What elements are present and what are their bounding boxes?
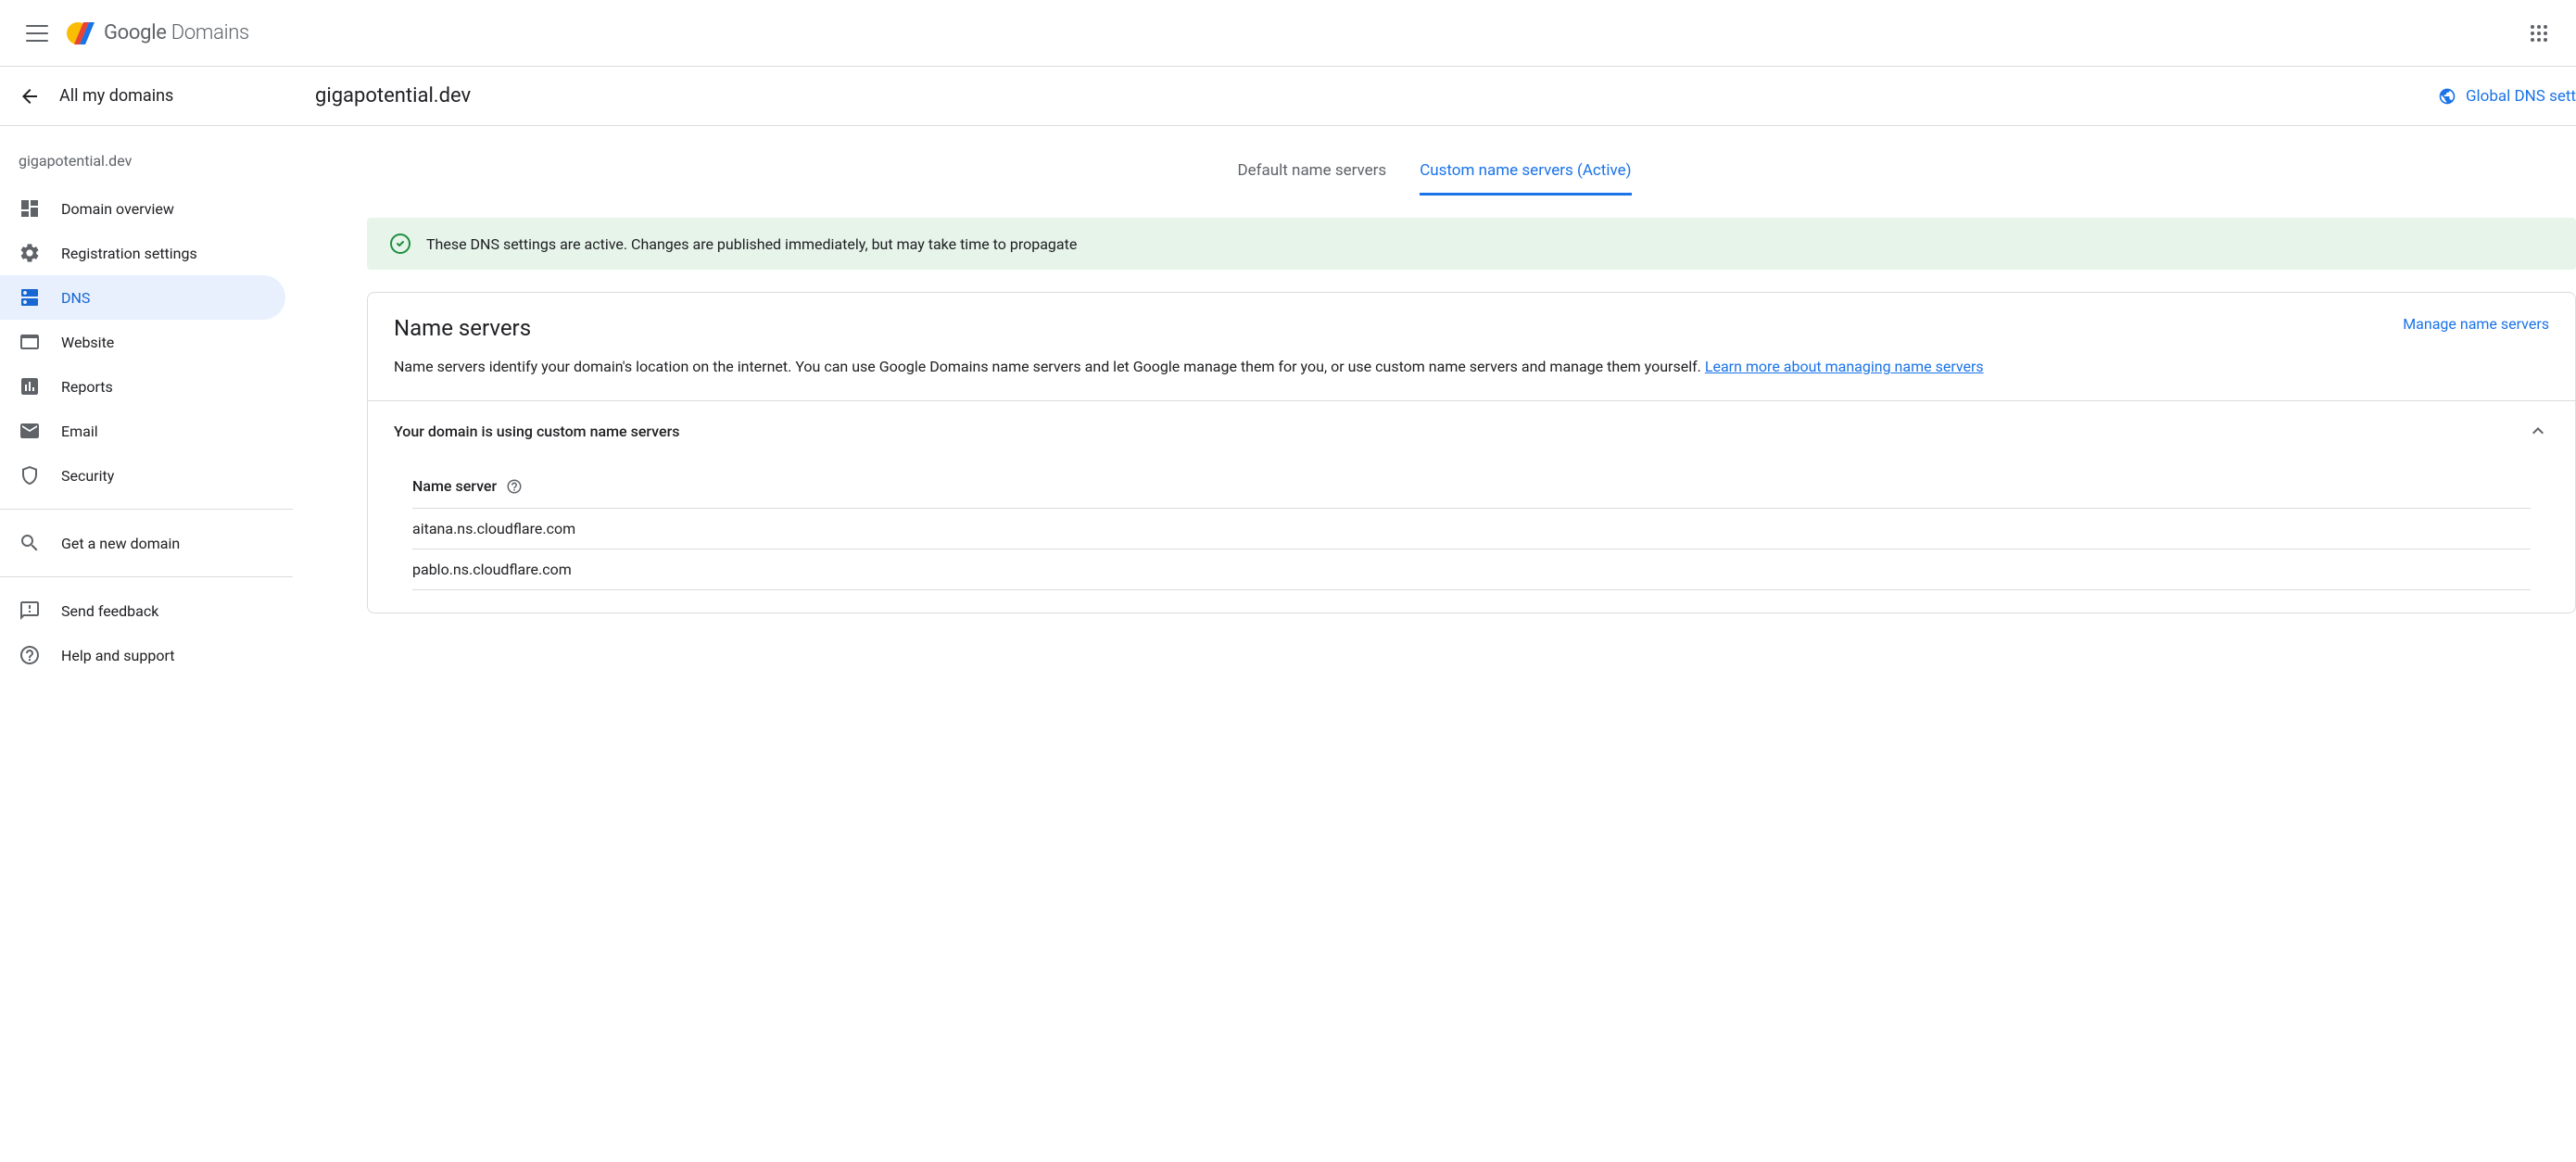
sidebar-item-overview[interactable]: Domain overview <box>0 186 285 231</box>
feedback-icon <box>19 600 41 622</box>
google-apps-button[interactable] <box>2517 11 2561 56</box>
sidebar-label: Help and support <box>61 647 175 664</box>
ns-row: aitana.ns.cloudflare.com <box>412 509 2531 549</box>
alert-text: These DNS settings are active. Changes a… <box>426 235 1077 253</box>
domain-title: gigapotential.dev <box>293 84 471 107</box>
section-toggle[interactable]: Your domain is using custom name servers <box>394 420 2549 442</box>
sidebar-item-reports[interactable]: Reports <box>0 364 285 409</box>
sidebar-item-email[interactable]: Email <box>0 409 285 453</box>
section-title: Your domain is using custom name servers <box>394 423 679 440</box>
arrow-left-icon <box>19 85 41 107</box>
logo[interactable]: Google Domains <box>67 19 249 48</box>
sidebar-label: Reports <box>61 378 113 396</box>
ns-table-header: Name server <box>412 464 2531 509</box>
sidebar-label: DNS <box>61 289 90 307</box>
sidebar-label: Security <box>61 467 114 485</box>
ns-row: pablo.ns.cloudflare.com <box>412 549 2531 590</box>
sidebar-label: Get a new domain <box>61 535 180 552</box>
logo-text: Google Domains <box>104 21 249 44</box>
help-icon <box>19 644 41 666</box>
learn-more-link[interactable]: Learn more about managing name servers <box>1705 358 1984 375</box>
manage-name-servers-link[interactable]: Manage name servers <box>2403 315 2549 333</box>
name-servers-card: Name servers Manage name servers Name se… <box>367 292 2576 613</box>
sidebar-item-website[interactable]: Website <box>0 320 285 364</box>
gear-icon <box>19 242 41 264</box>
apps-grid-icon <box>2531 25 2547 42</box>
sidebar-label: Email <box>61 423 98 440</box>
sidebar-item-security[interactable]: Security <box>0 453 285 498</box>
sidebar-domain-label: gigapotential.dev <box>0 141 293 186</box>
sidebar-label: Website <box>61 334 114 351</box>
global-dns-text: Global DNS sett <box>2466 87 2576 106</box>
check-circle-icon <box>389 233 411 255</box>
sidebar-label: Send feedback <box>61 602 158 620</box>
sidebar-label: Domain overview <box>61 200 174 218</box>
help-circle-icon[interactable] <box>506 478 523 495</box>
divider <box>0 576 293 577</box>
card-title: Name servers <box>394 315 531 341</box>
dashboard-icon <box>19 197 41 220</box>
sidebar-item-dns[interactable]: DNS <box>0 275 285 320</box>
dns-icon <box>19 286 41 309</box>
tab-default-ns[interactable]: Default name servers <box>1237 148 1386 196</box>
tab-custom-ns[interactable]: Custom name servers (Active) <box>1420 148 1631 196</box>
chevron-up-icon <box>2527 420 2549 442</box>
hamburger-icon <box>26 25 48 42</box>
global-dns-link[interactable]: Global DNS sett <box>2438 87 2576 106</box>
search-icon <box>19 532 41 554</box>
back-button[interactable] <box>19 85 41 107</box>
back-label: All my domains <box>59 86 173 106</box>
sidebar-label: Registration settings <box>61 245 197 262</box>
logo-mark-icon <box>67 19 96 48</box>
sidebar-item-get-domain[interactable]: Get a new domain <box>0 521 285 565</box>
chart-icon <box>19 375 41 398</box>
sidebar-item-feedback[interactable]: Send feedback <box>0 588 285 633</box>
divider <box>0 509 293 510</box>
sidebar-item-registration[interactable]: Registration settings <box>0 231 285 275</box>
shield-icon <box>19 464 41 486</box>
globe-icon <box>2438 87 2456 106</box>
card-description: Name servers identify your domain's loca… <box>368 341 2575 400</box>
website-icon <box>19 331 41 353</box>
dns-active-alert: These DNS settings are active. Changes a… <box>367 218 2576 270</box>
sidebar-item-help[interactable]: Help and support <box>0 633 285 677</box>
tabs: Default name servers Custom name servers… <box>293 148 2576 196</box>
menu-button[interactable] <box>15 11 59 56</box>
email-icon <box>19 420 41 442</box>
sidebar: gigapotential.dev Domain overview Regist… <box>0 126 293 677</box>
